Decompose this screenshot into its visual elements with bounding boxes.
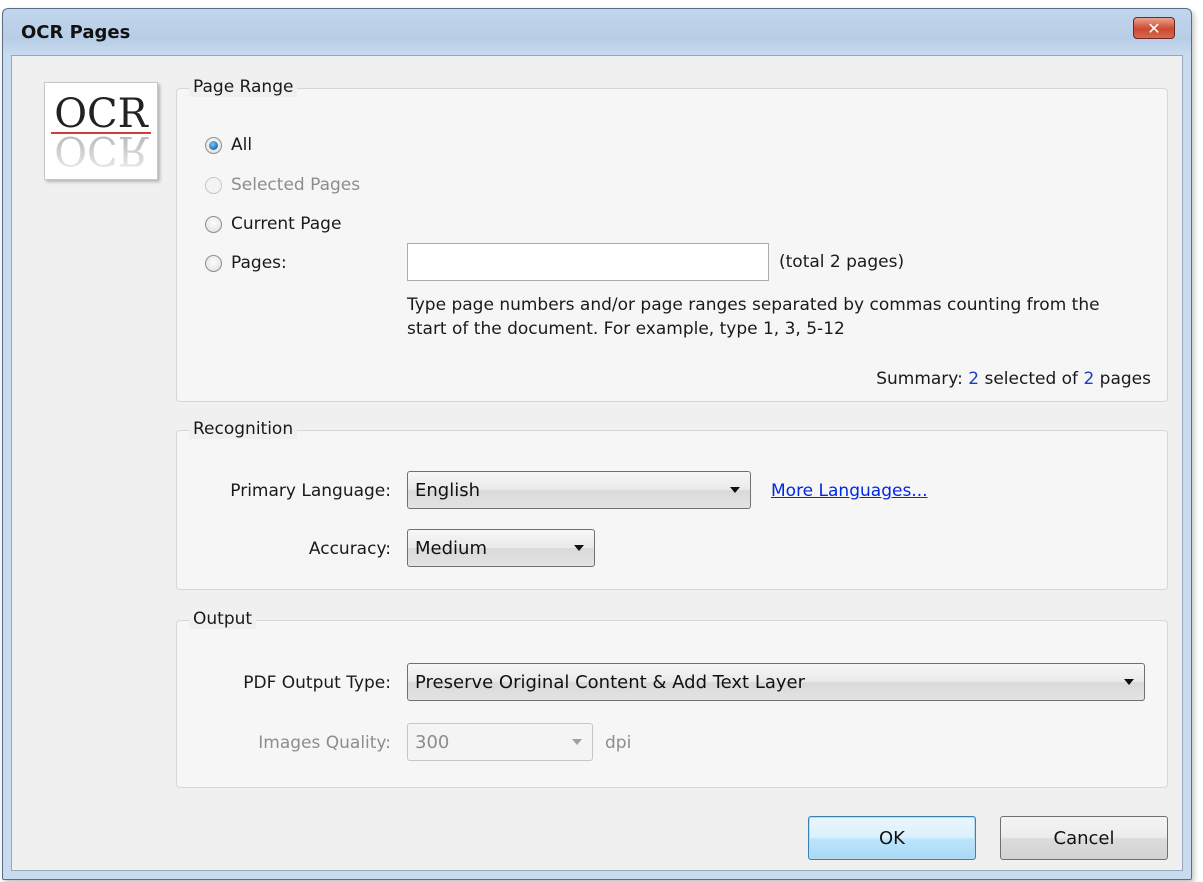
cancel-button[interactable]: Cancel xyxy=(1000,816,1168,860)
summary-prefix: Summary: xyxy=(876,369,969,389)
primary-language-value: English xyxy=(415,479,480,501)
radio-all-button[interactable] xyxy=(205,136,222,154)
pdf-output-type-label: PDF Output Type: xyxy=(243,673,391,693)
images-quality-unit: dpi xyxy=(605,733,632,753)
radio-pages-label: Pages: xyxy=(231,253,287,273)
page-range-group: Page Range All Selected Pages Current Pa… xyxy=(176,77,1168,402)
total-pages-text: (total 2 pages) xyxy=(779,252,905,272)
ocr-pages-dialog: OCR Pages ✕ OCR OCR xyxy=(2,8,1192,880)
chevron-down-icon xyxy=(572,739,582,745)
accuracy-select[interactable]: Medium xyxy=(407,529,595,567)
radio-current-page-button[interactable] xyxy=(205,215,222,233)
summary-suffix: pages xyxy=(1094,369,1151,389)
help-line-2: start of the document. For example, type… xyxy=(407,319,845,339)
pdf-output-type-select[interactable]: Preserve Original Content & Add Text Lay… xyxy=(407,663,1145,701)
output-group: Output PDF Output Type: Preserve Origina… xyxy=(176,609,1168,788)
summary-selected-count: 2 xyxy=(968,369,980,389)
close-button[interactable]: ✕ xyxy=(1133,17,1175,39)
pages-help-text: Type page numbers and/or page ranges sep… xyxy=(407,293,1167,341)
chevron-down-icon xyxy=(730,487,740,493)
chevron-down-icon xyxy=(574,545,584,551)
chevron-down-icon xyxy=(1124,679,1134,685)
title-bar[interactable]: OCR Pages ✕ xyxy=(3,9,1191,55)
radio-selected-pages-label: Selected Pages xyxy=(231,175,361,195)
radio-selected-pages[interactable]: Selected Pages xyxy=(205,175,360,195)
radio-all[interactable]: All xyxy=(205,135,252,155)
output-label: Output xyxy=(189,609,257,629)
help-line-1: Type page numbers and/or page ranges sep… xyxy=(407,295,1100,315)
images-quality-select[interactable]: 300 xyxy=(407,723,593,761)
accuracy-value: Medium xyxy=(415,537,487,559)
summary-total-count: 2 xyxy=(1083,369,1095,389)
dialog-title: OCR Pages xyxy=(21,22,131,43)
images-quality-label: Images Quality: xyxy=(258,733,391,753)
summary-text: Summary: 2 selected of 2 pages xyxy=(876,369,1151,389)
recognition-label: Recognition xyxy=(189,419,298,439)
more-languages-link[interactable]: More Languages... xyxy=(771,481,928,501)
radio-current-page[interactable]: Current Page xyxy=(205,214,341,234)
radio-selected-pages-button[interactable] xyxy=(205,176,222,194)
pages-input[interactable] xyxy=(407,243,769,281)
recognition-group: Recognition Primary Language: English Mo… xyxy=(176,419,1168,590)
close-icon: ✕ xyxy=(1147,18,1161,38)
dialog-body: OCR OCR Page Range All xyxy=(11,55,1183,871)
radio-current-page-label: Current Page xyxy=(231,214,342,234)
primary-language-label: Primary Language: xyxy=(230,481,391,501)
pdf-output-type-value: Preserve Original Content & Add Text Lay… xyxy=(415,671,806,693)
radio-pages[interactable]: Pages: xyxy=(205,253,287,273)
ok-button[interactable]: OK xyxy=(808,816,976,860)
summary-middle: selected of xyxy=(979,369,1084,389)
primary-language-select[interactable]: English xyxy=(407,471,751,509)
accuracy-label: Accuracy: xyxy=(308,539,391,559)
radio-all-label: All xyxy=(231,135,253,155)
radio-pages-button[interactable] xyxy=(205,254,222,272)
images-quality-value: 300 xyxy=(415,731,450,753)
ocr-logo-icon: OCR OCR xyxy=(44,82,158,180)
page-range-label: Page Range xyxy=(189,77,298,97)
